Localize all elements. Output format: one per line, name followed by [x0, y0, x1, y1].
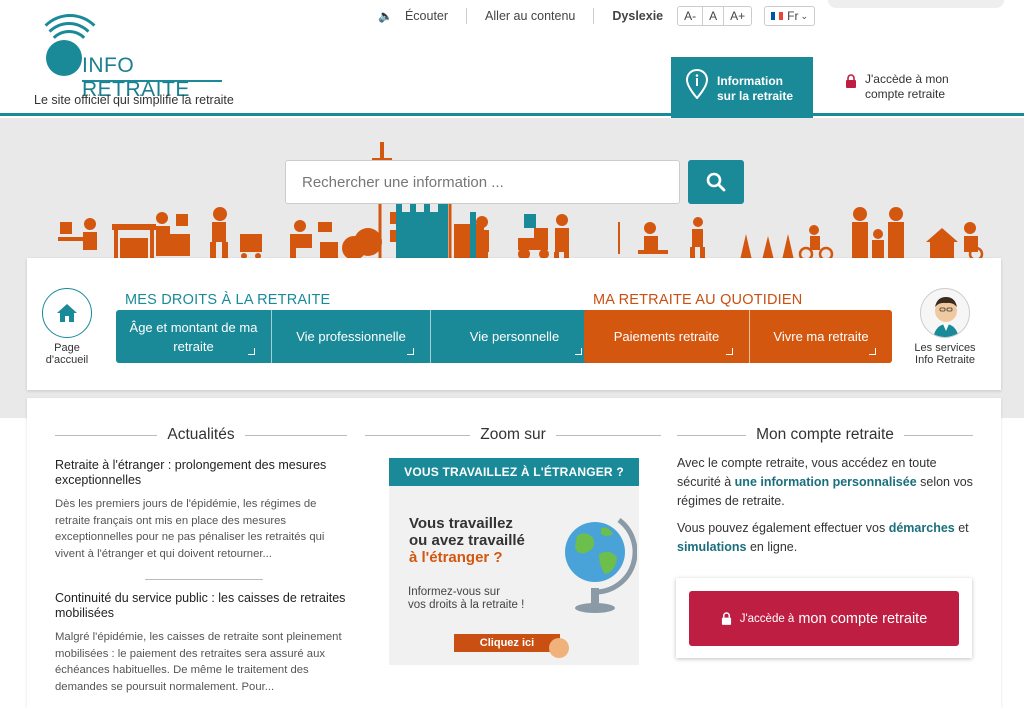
news-item[interactable]: Retraite à l'étranger : prolongement des…	[55, 458, 347, 562]
home-label: Page d'accueil	[45, 342, 89, 366]
zoom-sub-2: vos droits à la retraite !	[408, 599, 525, 611]
zoom-banner[interactable]: VOUS TRAVAILLEZ À L'ÉTRANGER ? Vous trav…	[389, 458, 639, 665]
access-button-large-text: mon compte retraite	[798, 610, 928, 627]
nav-age-montant[interactable]: Âge et montant de ma retraite	[116, 310, 272, 363]
compte-emphasis: démarches	[888, 521, 955, 535]
nav-vivre-ma-retraite[interactable]: Vivre ma retraite	[750, 310, 892, 363]
pointer-hand-icon	[549, 638, 569, 658]
advisor-icon	[933, 297, 959, 337]
news-title[interactable]: Continuité du service public : les caiss…	[55, 591, 347, 621]
search-icon	[706, 172, 726, 192]
font-size-controls: A- A A+	[677, 6, 753, 26]
top-tab	[828, 0, 1004, 8]
home-circle	[42, 288, 92, 338]
news-excerpt: Dès les premiers jours de l'épidémie, le…	[55, 498, 325, 560]
font-reset-button[interactable]: A	[703, 7, 725, 25]
news-title[interactable]: Retraite à l'étranger : prolongement des…	[55, 458, 347, 488]
search-input[interactable]	[286, 161, 679, 203]
home-link[interactable]: Page d'accueil	[41, 288, 93, 366]
news-item[interactable]: Continuité du service public : les caiss…	[55, 591, 347, 695]
zoom-sub-1: Informez-vous sur	[408, 586, 501, 598]
compte-description: Avec le compte retraite, vous accédez en…	[677, 454, 977, 557]
divider	[593, 8, 595, 24]
zoom-headline: Vous travaillez ou avez travaillé à l'ét…	[409, 515, 525, 566]
info-tab-label: Information sur la retraite	[717, 74, 794, 103]
quotidien-title: MA RETRAITE AU QUOTIDIEN	[593, 292, 803, 308]
french-flag-icon	[771, 12, 784, 20]
lock-icon	[721, 612, 731, 625]
droits-title: MES DROITS À LA RETRAITE	[125, 292, 331, 308]
access-account-button[interactable]: J'accède à mon compte retraite	[689, 591, 959, 646]
location-pin-icon	[685, 69, 709, 99]
main-navigation: Page d'accueil MES DROITS À LA RETRAITE …	[27, 258, 1001, 390]
logo-dot	[46, 40, 82, 76]
divider	[466, 8, 468, 24]
news-excerpt: Malgré l'épidémie, les caisses de retrai…	[55, 631, 342, 693]
dyslexia-toggle[interactable]: Dyslexie	[612, 9, 663, 23]
zoom-line-2: ou avez travaillé	[409, 532, 525, 549]
actualites-title: Actualités	[167, 426, 235, 443]
tagline: Le site officiel qui simplifie la retrai…	[34, 93, 234, 107]
nav-vie-professionnelle[interactable]: Vie professionnelle	[272, 310, 431, 363]
zoom-banner-title: VOUS TRAVAILLEZ À L'ÉTRANGER ?	[389, 458, 639, 486]
globe-icon	[565, 517, 637, 613]
font-increase-button[interactable]: A+	[724, 7, 751, 25]
logo[interactable]: INFO RETRAITE	[34, 10, 234, 101]
compte-cta-box: J'accède à mon compte retraite	[676, 578, 972, 658]
listen-link[interactable]: Écouter	[405, 9, 448, 23]
hero-section: Page d'accueil MES DROITS À LA RETRAITE …	[0, 118, 1024, 418]
compte-header: Mon compte retraite	[677, 426, 973, 444]
compte-text: Vous pouvez également effectuer vos	[677, 521, 889, 535]
lock-icon	[846, 74, 856, 88]
compte-paragraph-1: Avec le compte retraite, vous accédez en…	[677, 454, 977, 511]
chevron-down-icon: ⌄	[800, 10, 809, 21]
zoom-subtext: Informez-vous sur vos droits à la retrai…	[408, 586, 524, 612]
droits-menu: Âge et montant de ma retraite Vie profes…	[116, 310, 598, 363]
services-label: Les services Info Retraite	[914, 342, 976, 366]
account-link[interactable]: J'accède à mon compte retraite	[845, 72, 949, 102]
topbar: 🔈 Écouter Aller au contenu Dyslexie A- A…	[378, 6, 816, 26]
zoom-header: Zoom sur	[365, 426, 661, 444]
home-icon	[57, 304, 77, 322]
zoom-line-1: Vous travaillez	[409, 515, 513, 532]
access-button-small-text: J'accède à	[739, 612, 795, 625]
content-panel: Actualités Retraite à l'étranger : prolo…	[27, 398, 1001, 708]
advisor-avatar	[920, 288, 970, 338]
services-link[interactable]: Les services Info Retraite	[905, 288, 985, 366]
nav-paiements-retraite[interactable]: Paiements retraite	[584, 310, 750, 363]
actualites-header: Actualités	[55, 426, 347, 444]
search-box	[285, 160, 680, 204]
zoom-title: Zoom sur	[480, 426, 546, 443]
search-button[interactable]	[688, 160, 744, 204]
language-select[interactable]: Fr ⌄	[764, 6, 816, 26]
account-link-label: J'accède à mon compte retraite	[865, 72, 949, 101]
speaker-icon: 🔈	[378, 9, 393, 23]
skip-to-content-link[interactable]: Aller au contenu	[485, 9, 575, 23]
nav-vie-personnelle[interactable]: Vie personnelle	[431, 310, 598, 363]
compte-emphasis: une information personnalisée	[734, 475, 917, 489]
language-value: Fr	[787, 9, 799, 23]
compte-emphasis: simulations	[677, 540, 747, 554]
news-divider	[145, 579, 263, 580]
compte-title: Mon compte retraite	[756, 426, 894, 443]
font-decrease-button[interactable]: A-	[678, 7, 704, 25]
logo-underline	[82, 80, 222, 82]
quotidien-menu: Paiements retraite Vivre ma retraite	[584, 310, 892, 363]
compte-paragraph-2: Vous pouvez également effectuer vos déma…	[677, 519, 977, 557]
zoom-line-3: à l'étranger ?	[409, 549, 503, 566]
zoom-cta-button[interactable]: Cliquez ici	[454, 634, 560, 652]
compte-text: en ligne.	[746, 540, 798, 554]
compte-text: et	[954, 521, 969, 535]
site-header: INFO RETRAITE Le site officiel qui simpl…	[0, 0, 1024, 143]
